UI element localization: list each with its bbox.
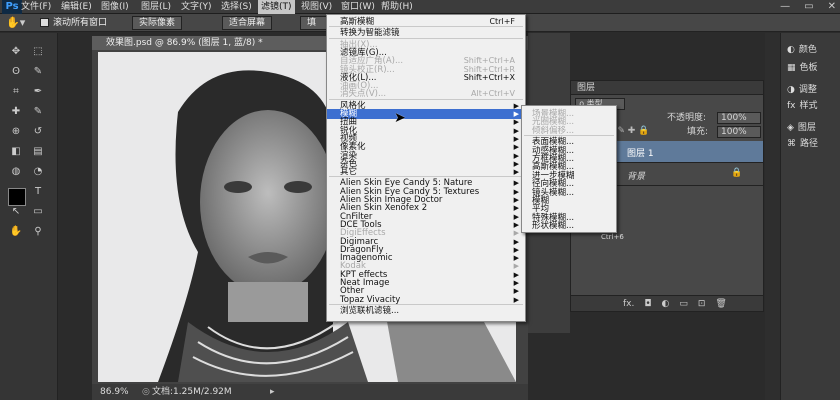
eraser-tool-icon[interactable]: ◧	[8, 143, 24, 159]
quick-select-tool-icon[interactable]: ✎	[30, 63, 46, 79]
opacity-field[interactable]: 100%	[717, 112, 761, 124]
marquee-tool-icon[interactable]: ⬚	[30, 43, 46, 59]
menu-4[interactable]: 文字(Y)	[178, 0, 215, 14]
adjust-panel-button[interactable]: ◑ 调整	[787, 83, 817, 97]
menu-3[interactable]: 图层(L)	[138, 0, 174, 14]
type-tool-icon[interactable]: T	[30, 183, 46, 199]
swatches-icon: ▦	[787, 63, 796, 73]
menu-9[interactable]: 帮助(H)	[378, 0, 416, 14]
right-panel-dock: ◐ 颜色 ▦ 色板 ◑ 调整 fx 样式 ◈ 图层 ⌘ 路径	[780, 33, 840, 400]
stamp-tool-icon[interactable]: ⊕	[8, 123, 24, 139]
layer-name: 背景	[627, 172, 646, 182]
fit-screen-button[interactable]: 适合屏幕	[222, 16, 273, 30]
menu-6[interactable]: 滤镜(T)	[258, 0, 295, 14]
lasso-tool-icon[interactable]: ʘ	[8, 63, 24, 79]
tools-panel: ✥⬚ʘ✎⌗✒✚✎⊕↺◧▤◍◔✒T↖▭✋⚲	[0, 33, 58, 400]
move-tool-icon[interactable]: ✥	[8, 43, 24, 59]
layers-icon: ◈	[787, 123, 794, 133]
new-layer-icon[interactable]: ⊡	[698, 296, 706, 311]
filter-menu-item[interactable]: 浏览联机滤镜...	[327, 306, 525, 316]
menu-separator	[329, 98, 523, 100]
arrow-right-icon[interactable]: ▸	[270, 384, 275, 400]
styles-icon: fx	[787, 101, 796, 111]
scroll-all-checkbox[interactable]	[40, 18, 49, 27]
collapsed-panel-strip	[765, 33, 780, 400]
swatches-panel-button[interactable]: ▦ 色板	[787, 61, 818, 75]
foreground-color-swatch[interactable]	[8, 188, 26, 206]
paths-panel-button[interactable]: ⌘ 路径	[787, 137, 818, 151]
layers-footer: fx. ◘ ◐ ▭ ⊡ 🗑	[571, 295, 763, 311]
layers-panel-button[interactable]: ◈ 图层	[787, 121, 816, 135]
color-icon: ◐	[787, 45, 795, 55]
doc-size: 文档:1.25M/2.92M	[152, 387, 232, 397]
close-icon[interactable]: ✕	[828, 0, 836, 14]
info-icon[interactable]: ◎	[142, 384, 150, 400]
zoom-level[interactable]: 86.9%	[100, 384, 129, 400]
history-tool-icon[interactable]: ↺	[30, 123, 46, 139]
adjustment-icon[interactable]: ◐	[661, 296, 669, 311]
eyedropper-tool-icon[interactable]: ✒	[30, 83, 46, 99]
link-layers-icon[interactable]: fx.	[623, 296, 634, 311]
menu-bar: Ps 文件(F) 编辑(E) 图像(I) 图层(L) 文字(Y) 选择(S) 滤镜(T) 视图…	[0, 0, 840, 14]
menu-separator	[329, 303, 523, 305]
dodge-tool-icon[interactable]: ◔	[30, 163, 46, 179]
hand-tool-icon[interactable]: ✋	[8, 223, 24, 239]
menu-8[interactable]: 窗口(W)	[338, 0, 378, 14]
actual-pixels-button[interactable]: 实际像素	[132, 16, 183, 30]
layers-panel-tab[interactable]: 图层	[571, 81, 763, 95]
status-bar: 86.9% 文档:1.25M/2.92M ◎ ▸	[92, 384, 528, 400]
color-panel-button[interactable]: ◐ 颜色	[787, 43, 817, 57]
menu-5[interactable]: 选择(S)	[218, 0, 255, 14]
blur-submenu-item[interactable]: 形状模糊...	[522, 221, 616, 231]
menu-7[interactable]: 视图(V)	[298, 0, 335, 14]
menu-separator	[329, 176, 523, 178]
blur-submenu: 场景模糊... 光圈模糊... 倾斜偏移... 表面模糊... 动感模糊... 方框模糊.…	[521, 105, 617, 233]
shape-tool-icon[interactable]: ▭	[30, 203, 46, 219]
adjust-icon: ◑	[787, 85, 795, 95]
fill-field[interactable]: 100%	[717, 126, 761, 138]
trash-icon[interactable]: 🗑	[715, 296, 726, 311]
menu-separator	[329, 37, 523, 39]
shortcut-hint: Ctrl+6	[601, 233, 624, 241]
hand-tool-icon[interactable]: ✋▾	[6, 16, 30, 30]
menu-0[interactable]: 文件(F)	[18, 0, 54, 14]
paths-icon: ⌘	[787, 139, 796, 149]
lock-icon: 🔒	[731, 168, 743, 178]
crop-tool-icon[interactable]: ⌗	[8, 83, 24, 99]
opacity-label: 不透明度:	[667, 113, 707, 123]
brush-tool-icon[interactable]: ✎	[30, 103, 46, 119]
menu-1[interactable]: 编辑(E)	[58, 0, 95, 14]
styles-panel-button[interactable]: fx 样式	[787, 99, 818, 113]
maximize-icon[interactable]: ▭	[804, 0, 813, 14]
group-icon[interactable]: ▭	[679, 296, 688, 311]
fill-label: 填充:	[687, 127, 709, 137]
add-mask-icon[interactable]: ◘	[644, 296, 651, 311]
mouse-cursor-icon: ➤	[394, 110, 406, 126]
minimize-icon[interactable]: —	[780, 0, 790, 14]
blur-tool-icon[interactable]: ◍	[8, 163, 24, 179]
zoom-tool-icon[interactable]: ⚲	[30, 223, 46, 239]
menu-item-label: 浏览联机滤镜...	[340, 305, 400, 316]
gradient-tool-icon[interactable]: ▤	[30, 143, 46, 159]
menu-2[interactable]: 图像(I)	[98, 0, 132, 14]
window-controls: — ▭ ✕	[780, 0, 836, 14]
scroll-all-label: 滚动所有窗口	[53, 18, 108, 28]
filter-menu: 高斯模糊 Ctrl+F 转换为智能滤镜 抽出(X)... 滤镜库(G)... 自适应广角(…	[326, 14, 526, 322]
layer-name: 图层 1	[627, 149, 654, 159]
healing-tool-icon[interactable]: ✚	[8, 103, 24, 119]
